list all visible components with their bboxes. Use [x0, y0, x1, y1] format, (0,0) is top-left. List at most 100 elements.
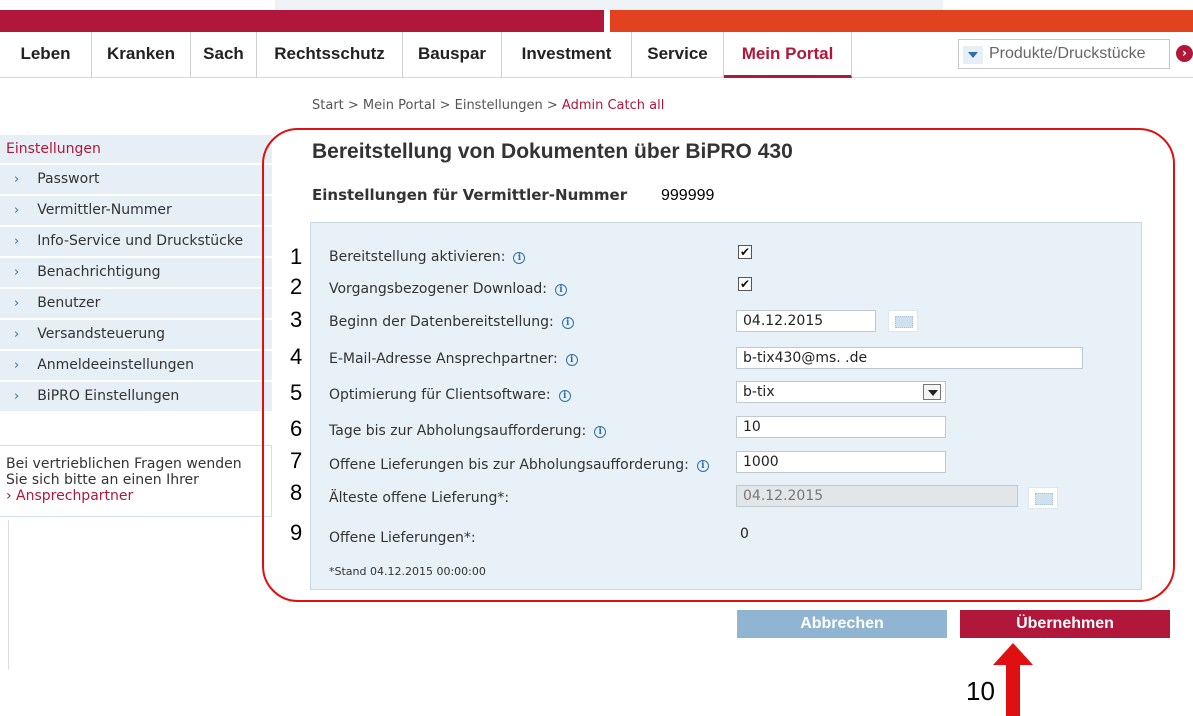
- sidebar-item-label: Benachrichtigung: [37, 264, 161, 280]
- chevron-right-icon: ›: [14, 203, 20, 218]
- client-software-select[interactable]: b-tix: [736, 381, 946, 403]
- sidebar-item-bipro[interactable]: › BiPRO Einstellungen: [0, 380, 272, 411]
- open-deliveries-limit-field[interactable]: 1000: [736, 451, 946, 473]
- sidebar-divider: [8, 520, 9, 670]
- main-nav: Leben Kranken Sach Rechtsschutz Bauspar …: [0, 32, 1193, 78]
- page-title: Bereitstellung von Dokumenten über BiPRO…: [312, 140, 793, 163]
- label-text: Offene Lieferungen bis zur Abholungsauff…: [329, 457, 689, 473]
- info-icon[interactable]: i: [558, 390, 571, 402]
- product-search-input[interactable]: [989, 42, 1167, 66]
- sidebar-item-vermittler-nummer[interactable]: › Vermittler-Nummer: [0, 194, 272, 225]
- contact-link[interactable]: › Ansprechpartner: [6, 488, 265, 504]
- field-label: Tage bis zur Abholungsaufforderung: i: [329, 423, 607, 439]
- days-field[interactable]: 10: [736, 416, 946, 438]
- start-date-field[interactable]: 04.12.2015: [736, 310, 876, 332]
- nav-item-rechtsschutz[interactable]: Rechtsschutz: [257, 32, 403, 78]
- sidebar-item-label: Anmeldeeinstellungen: [37, 357, 194, 373]
- chevron-right-icon: ›: [14, 172, 20, 187]
- nav-item-kranken[interactable]: Kranken: [92, 32, 191, 78]
- annotation-number: 8: [290, 480, 303, 505]
- label-text: Bereitstellung aktivieren:: [329, 249, 506, 265]
- field-label: Beginn der Datenbereitstellung: i: [329, 314, 574, 330]
- calendar-icon: [1028, 487, 1058, 509]
- vermittler-number: 999999: [661, 187, 715, 204]
- sidebar-item-passwort[interactable]: › Passwort: [0, 163, 272, 194]
- info-icon[interactable]: i: [594, 426, 607, 438]
- label-text: Vorgangsbezogener Download:: [329, 281, 547, 297]
- field-label: Offene Lieferungen bis zur Abholungsauff…: [329, 457, 709, 473]
- annotation-number: 6: [290, 416, 303, 441]
- open-deliveries-count: 0: [740, 526, 749, 542]
- search-go-icon[interactable]: ›: [1176, 45, 1193, 62]
- nav-item-leben[interactable]: Leben: [0, 32, 92, 78]
- sidebar-item-label: Info-Service und Druckstücke: [37, 233, 244, 249]
- annotation-number: 10: [966, 676, 995, 706]
- download-checkbox[interactable]: ✔: [738, 277, 752, 291]
- info-icon[interactable]: i: [696, 460, 709, 472]
- up-arrow-icon: [993, 643, 1033, 716]
- field-label: Optimierung für Clientsoftware: i: [329, 387, 571, 403]
- annotation-number: 1: [290, 244, 303, 269]
- sidebar-item-benutzer[interactable]: › Benutzer: [0, 287, 272, 318]
- top-strip: [275, 0, 943, 10]
- footnote: *Stand 04.12.2015 00:00:00: [329, 565, 486, 578]
- select-value: b-tix: [743, 384, 775, 400]
- product-search: [958, 39, 1170, 69]
- sidebar-item-label: Vermittler-Nummer: [37, 202, 172, 218]
- sidebar-item-benachrichtigung[interactable]: › Benachrichtigung: [0, 256, 272, 287]
- breadcrumb-current: Admin Catch all: [561, 98, 665, 113]
- nav-item-service[interactable]: Service: [632, 32, 724, 78]
- info-icon[interactable]: i: [561, 317, 574, 329]
- contact-text-line-2: Sie sich bitte an einen Ihrer: [6, 472, 199, 488]
- brand-bar-red: [0, 10, 604, 32]
- label-text: Tage bis zur Abholungsaufforderung:: [329, 423, 587, 439]
- cancel-button[interactable]: Abbrechen: [737, 610, 947, 638]
- sidebar-item-versandsteuerung[interactable]: › Versandsteuerung: [0, 318, 272, 349]
- contact-text-line-1: Bei vertrieblichen Fragen wenden: [6, 456, 242, 472]
- sidebar-item-label: BiPRO Einstellungen: [37, 388, 180, 404]
- chevron-right-icon: ›: [14, 358, 20, 373]
- calendar-icon[interactable]: [888, 310, 918, 332]
- sidebar-item-label: Benutzer: [37, 295, 101, 311]
- chevron-right-icon: ›: [14, 265, 20, 280]
- breadcrumb-path[interactable]: Start > Mein Portal > Einstellungen >: [312, 98, 562, 113]
- sidebar-item-info-service[interactable]: › Info-Service und Druckstücke: [0, 225, 272, 256]
- field-label: Offene Lieferungen*:: [329, 530, 476, 546]
- annotation-number: 5: [290, 380, 303, 405]
- activate-checkbox[interactable]: ✔: [738, 245, 752, 259]
- oldest-delivery-field: 04.12.2015: [736, 485, 1018, 507]
- field-label: Vorgangsbezogener Download: i: [329, 281, 567, 297]
- sidebar-heading[interactable]: Einstellungen: [0, 135, 272, 163]
- dropdown-arrow-icon[interactable]: [963, 46, 983, 64]
- field-label: E-Mail-Adresse Ansprechpartner: i: [329, 351, 578, 367]
- label-text: Optimierung für Clientsoftware:: [329, 387, 551, 403]
- field-label: Bereitstellung aktivieren: i: [329, 249, 526, 265]
- chevron-right-icon: ›: [14, 296, 20, 311]
- label-text: Beginn der Datenbereitstellung:: [329, 314, 554, 330]
- nav-item-investment[interactable]: Investment: [502, 32, 632, 78]
- field-label: Älteste offene Lieferung*:: [329, 490, 510, 506]
- breadcrumb: Start > Mein Portal > Einstellungen > Ad…: [312, 98, 664, 113]
- annotation-number: 4: [290, 344, 303, 369]
- nav-item-sach[interactable]: Sach: [191, 32, 257, 78]
- chevron-down-icon[interactable]: [923, 384, 941, 400]
- info-icon[interactable]: i: [565, 354, 578, 366]
- nav-item-bauspar[interactable]: Bauspar: [403, 32, 502, 78]
- sidebar-item-label: Versandsteuerung: [37, 326, 165, 342]
- sidebar-contact-box: Bei vertrieblichen Fragen wenden Sie sic…: [0, 445, 272, 517]
- section-subtitle: Einstellungen für Vermittler-Nummer: [312, 186, 628, 204]
- annotation-number: 3: [290, 307, 303, 332]
- annotation-number: 2: [290, 274, 303, 299]
- annotation-number: 7: [290, 448, 303, 473]
- sidebar: Einstellungen › Passwort › Vermittler-Numm…: [0, 135, 272, 411]
- info-icon[interactable]: i: [513, 252, 526, 264]
- email-field[interactable]: b-tix430@ms. .de: [736, 347, 1083, 369]
- sidebar-item-anmeldeeinstellungen[interactable]: › Anmeldeeinstellungen: [0, 349, 272, 380]
- chevron-right-icon: ›: [14, 389, 20, 404]
- annotation-number: 9: [290, 520, 303, 545]
- nav-item-mein-portal[interactable]: Mein Portal: [724, 32, 852, 78]
- info-icon[interactable]: i: [555, 284, 567, 296]
- label-text: E-Mail-Adresse Ansprechpartner:: [329, 351, 558, 367]
- sidebar-item-label: Passwort: [37, 171, 100, 187]
- apply-button[interactable]: Übernehmen: [960, 610, 1170, 638]
